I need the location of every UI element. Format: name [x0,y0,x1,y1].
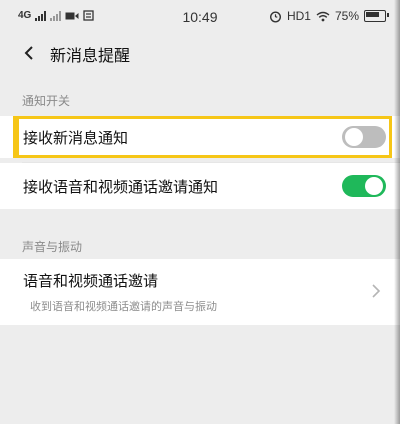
wifi-icon [316,11,330,22]
row-subtitle-call-invite-sound: 收到语音和视频通话邀请的声音与振动 [30,300,217,313]
toggle-knob [365,177,383,195]
row-label-receive-new-message: 接收新消息通知 [23,129,129,147]
nav-bar: 新消息提醒 [0,34,400,74]
section-header-sound: 声音与振动 [22,240,83,254]
battery-percent: 75% [334,9,359,23]
toggle-receive-new-message[interactable] [342,126,386,148]
back-button[interactable] [14,38,44,68]
alarm-icon [269,10,282,23]
status-bar: 4G 10:49 HD1 75% [0,0,400,34]
hd-label: HD1 [286,9,311,23]
row-label-call-invite-sound: 语音和视频通话邀请 [23,272,159,290]
edge-shadow [394,0,400,424]
section-header-notify: 通知开关 [22,94,71,108]
toggle-receive-call-invite[interactable] [342,175,386,197]
row-label-receive-call-invite: 接收语音和视频通话邀请通知 [23,178,219,196]
status-right: HD1 75% [269,9,389,23]
page-title: 新消息提醒 [50,46,131,65]
row-call-invite-sound[interactable]: 语音和视频通话邀请 收到语音和视频通话邀请的声音与振动 [0,259,400,325]
toggle-knob [345,128,363,146]
battery-icon [364,10,389,22]
back-arrow-icon [24,46,33,60]
chevron-right-icon [372,284,381,298]
row-receive-new-message[interactable]: 接收新消息通知 [0,116,400,158]
row-receive-call-invite[interactable]: 接收语音和视频通话邀请通知 [0,163,400,209]
